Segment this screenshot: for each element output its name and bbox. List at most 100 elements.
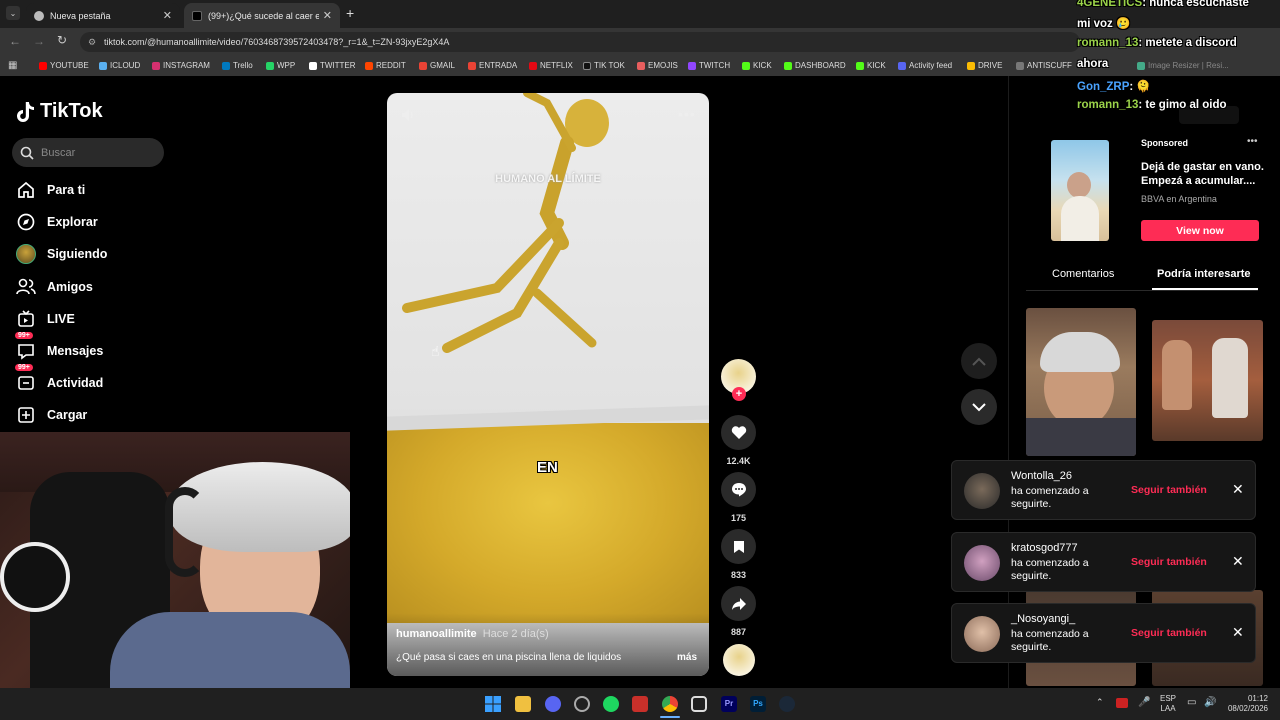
- photoshop-icon[interactable]: Ps: [750, 696, 766, 712]
- nav-mensajes[interactable]: 99+ Mensajes: [15, 332, 103, 361]
- close-tab-icon[interactable]: ✕: [163, 9, 172, 22]
- home-icon: [16, 180, 36, 200]
- nav-cargar[interactable]: Cargar: [16, 405, 87, 425]
- apps-grid-icon[interactable]: ▦: [8, 60, 17, 71]
- ad-text[interactable]: Dejá de gastar en vano. Empezá a acumula…: [1141, 160, 1265, 188]
- tiktok-logo[interactable]: TikTok: [16, 100, 103, 123]
- bookmark-icloud[interactable]: ICLOUD: [99, 61, 140, 70]
- notification-username[interactable]: _Nosoyangi_: [1011, 613, 1075, 625]
- tray-app-icon[interactable]: [1116, 698, 1128, 708]
- follow-back-button[interactable]: Seguir también: [1131, 484, 1207, 496]
- premiere-icon[interactable]: Pr: [721, 696, 737, 712]
- chat-text: 🫠: [1136, 81, 1151, 93]
- close-icon[interactable]: ✕: [1232, 553, 1244, 570]
- recommended-video-thumb[interactable]: [1026, 308, 1136, 456]
- bookmark-twitch[interactable]: TWITCH: [688, 61, 730, 70]
- chrome-icon[interactable]: [662, 696, 678, 712]
- notification-avatar[interactable]: [964, 616, 1000, 652]
- close-icon[interactable]: ✕: [1232, 481, 1244, 498]
- video-author[interactable]: humanoallimite Hace 2 día(s): [396, 628, 549, 640]
- start-windows-icon[interactable]: [485, 696, 501, 712]
- nav-siguiendo[interactable]: Siguiendo: [16, 244, 107, 264]
- follow-plus-icon[interactable]: +: [732, 387, 746, 401]
- bookmark-dashboard[interactable]: DASHBOARD: [784, 61, 846, 70]
- tab-comentarios[interactable]: Comentarios: [1052, 268, 1114, 280]
- tab-list-button[interactable]: ⌄: [6, 6, 20, 20]
- like-button[interactable]: 12.4K: [721, 415, 756, 466]
- tab-title: Nueva pestaña: [50, 10, 111, 21]
- app-icon[interactable]: [574, 696, 590, 712]
- bookmark-entrada[interactable]: ENTRADA: [468, 61, 517, 70]
- author-avatar[interactable]: +: [721, 359, 756, 401]
- microphone-icon[interactable]: 🎤: [1138, 697, 1150, 708]
- save-button[interactable]: 833: [721, 529, 756, 580]
- bookmark-activity-feed[interactable]: Activity feed: [898, 61, 952, 70]
- bookmark-twitter[interactable]: TWITTER: [309, 61, 356, 70]
- site-info-icon[interactable]: ⚙: [88, 37, 96, 48]
- new-tab-button[interactable]: +: [346, 5, 354, 21]
- close-icon[interactable]: ✕: [1232, 624, 1244, 641]
- previous-video-button[interactable]: [961, 343, 997, 379]
- bookmark-image-resizer[interactable]: Image Resizer | Resi...: [1137, 61, 1229, 70]
- notification-username[interactable]: kratosgod777: [1011, 542, 1078, 554]
- view-now-button[interactable]: View now: [1141, 220, 1259, 241]
- ad-more-icon[interactable]: •••: [1247, 136, 1258, 147]
- nav-para-ti[interactable]: Para ti: [16, 180, 85, 200]
- bookmark-tiktok[interactable]: TIK TOK: [583, 61, 625, 70]
- steam-icon[interactable]: [779, 696, 795, 712]
- volume-icon[interactable]: [401, 108, 417, 122]
- back-icon[interactable]: ←: [9, 34, 21, 48]
- nav-actividad[interactable]: 99+ Actividad: [15, 364, 103, 393]
- sound-avatar[interactable]: [721, 644, 756, 676]
- bookmark-kick-2[interactable]: KICK: [856, 61, 886, 70]
- bookmark-reddit[interactable]: REDDIT: [365, 61, 406, 70]
- bookmark-trello[interactable]: Trello: [222, 61, 253, 70]
- tab-tiktok-video[interactable]: (99+)¿Qué sucede al caer en un ✕: [184, 3, 340, 28]
- tab-new-tab[interactable]: Nueva pestaña ✕: [26, 3, 180, 28]
- bookmark-instagram[interactable]: INSTAGRAM: [152, 61, 210, 70]
- comment-button[interactable]: 175: [721, 472, 756, 523]
- network-icon[interactable]: ▭: [1187, 697, 1196, 708]
- bookmark-emojis[interactable]: EMOJIS: [637, 61, 678, 70]
- forward-icon[interactable]: →: [33, 34, 45, 48]
- tab-podria-interesarte[interactable]: Podría interesarte: [1157, 268, 1251, 280]
- sponsored-label: Sponsored: [1141, 138, 1189, 148]
- spotify-icon[interactable]: [603, 696, 619, 712]
- following-avatar-icon: [16, 244, 36, 264]
- obs-icon[interactable]: [691, 696, 707, 712]
- bookmark-gmail[interactable]: GMAIL: [419, 61, 455, 70]
- recommended-video-thumb[interactable]: [1152, 320, 1263, 441]
- bookmark-drive[interactable]: DRIVE: [967, 61, 1002, 70]
- notification-avatar[interactable]: [964, 545, 1000, 581]
- reload-icon[interactable]: ↻: [57, 33, 67, 47]
- clock[interactable]: 01:12 08/02/2026: [1222, 694, 1268, 714]
- nav-live[interactable]: LIVE: [16, 309, 75, 329]
- search-input[interactable]: Buscar: [12, 138, 164, 167]
- notification-avatar[interactable]: [964, 473, 1000, 509]
- follow-back-button[interactable]: Seguir también: [1131, 556, 1207, 568]
- bookmark-netflix[interactable]: NETFLIX: [529, 61, 573, 70]
- more-link[interactable]: más: [677, 652, 697, 663]
- url-bar[interactable]: ⚙ tiktok.com/@humanoallimite/video/76034…: [80, 32, 1080, 52]
- bookmark-kick[interactable]: KICK: [742, 61, 772, 70]
- notification-username[interactable]: Wontolla_26: [1011, 470, 1072, 482]
- video-app-icon[interactable]: [632, 696, 648, 712]
- discord-icon[interactable]: [545, 696, 561, 712]
- video-player[interactable]: HUMANO AL LÍMITE EN ••• humanoallimite Ha…: [387, 93, 709, 676]
- share-button[interactable]: 887: [721, 586, 756, 637]
- comment-count: 175: [730, 513, 747, 523]
- bookmark-youtube[interactable]: YOUTUBE: [39, 61, 89, 70]
- next-video-button[interactable]: [961, 389, 997, 425]
- bookmark-wpp[interactable]: WPP: [266, 61, 295, 70]
- ad-thumbnail[interactable]: [1051, 140, 1109, 241]
- nav-amigos[interactable]: Amigos: [16, 277, 93, 297]
- file-explorer-icon[interactable]: [515, 696, 531, 712]
- more-options-icon[interactable]: •••: [678, 106, 696, 122]
- follow-back-button[interactable]: Seguir también: [1131, 627, 1207, 639]
- bookmark-antiscuff[interactable]: ANTISCUFF: [1016, 61, 1072, 70]
- language-indicator[interactable]: ESP LAA: [1160, 694, 1176, 714]
- tray-overflow-icon[interactable]: ⌃: [1096, 697, 1104, 708]
- close-tab-icon[interactable]: ✕: [323, 9, 332, 22]
- nav-explorar[interactable]: Explorar: [16, 212, 98, 232]
- volume-tray-icon[interactable]: 🔊: [1204, 697, 1216, 708]
